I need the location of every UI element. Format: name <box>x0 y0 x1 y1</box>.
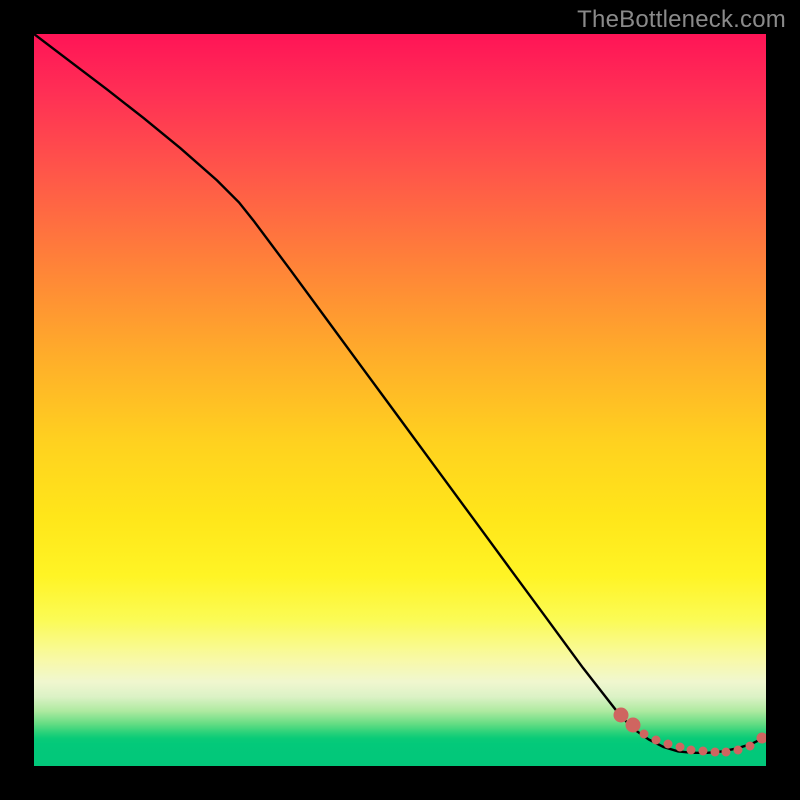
floor-dot-icon <box>745 741 754 750</box>
curve-path <box>34 34 766 753</box>
chart-stage: TheBottleneck.com <box>0 0 800 800</box>
floor-dot-icon <box>722 748 731 757</box>
plot-area <box>34 34 766 766</box>
floor-dot-icon <box>640 729 649 738</box>
floor-dot-icon <box>652 735 661 744</box>
watermark-text: TheBottleneck.com <box>577 6 786 34</box>
bottleneck-curve <box>34 34 766 766</box>
floor-dot-icon <box>757 733 766 744</box>
floor-dot-icon <box>675 742 684 751</box>
floor-dot-icon <box>699 747 708 756</box>
floor-dot-icon <box>734 745 743 754</box>
floor-dot-icon <box>625 718 640 733</box>
floor-dot-icon <box>687 745 696 754</box>
floor-dot-icon <box>710 748 719 757</box>
floor-dot-icon <box>663 740 672 749</box>
